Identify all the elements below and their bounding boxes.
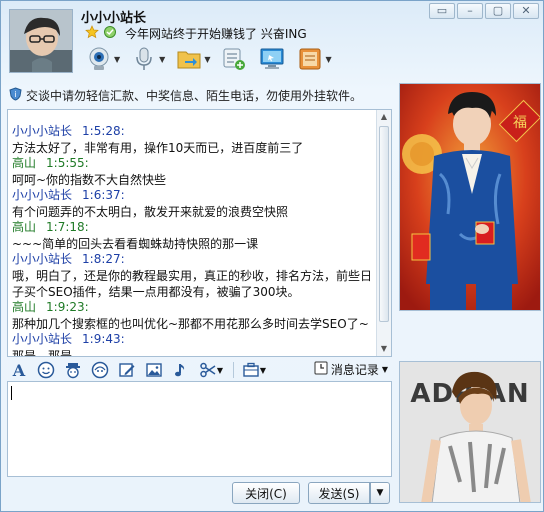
- message-sender[interactable]: 高山: [12, 220, 36, 234]
- emoji-icon[interactable]: [34, 360, 58, 380]
- chevron-down-icon[interactable]: ▼: [382, 365, 388, 374]
- message-text: 那种加几个搜索框的也叫优化~那都不用花那么多时间去学SEO了~: [12, 317, 369, 331]
- image-icon[interactable]: [142, 360, 166, 380]
- message-text: 呵呵~你的指数不大自然快些: [12, 173, 167, 187]
- message-text: 方法太好了，非常有用，操作10天而已，进百度前三了: [12, 141, 304, 155]
- svg-text:福: 福: [513, 115, 527, 131]
- svg-text:A: A: [12, 361, 26, 379]
- microphone-icon: [130, 45, 158, 73]
- clock-icon: [314, 361, 328, 378]
- close-window-button[interactable]: ✕: [513, 3, 539, 19]
- webcam-icon: [85, 45, 113, 73]
- close-button[interactable]: 关闭(C): [232, 482, 300, 504]
- remote-assist-button[interactable]: [258, 45, 286, 73]
- chevron-down-icon[interactable]: ▼: [204, 55, 210, 64]
- chevron-down-icon[interactable]: ▼: [159, 55, 165, 64]
- chat-window: ▭ – ▢ ✕ 小小小站长 今年网站终于开始赚钱了 兴奋ING ▼ ▼ ▼ ▼ …: [0, 0, 544, 512]
- message-time: 1:9:23:: [46, 300, 89, 314]
- font-icon[interactable]: A: [7, 360, 31, 380]
- message-sender[interactable]: 小小小站长: [12, 252, 72, 266]
- avatar[interactable]: [9, 9, 73, 73]
- message-time: 1:5:55:: [46, 156, 89, 170]
- minimize-button[interactable]: –: [457, 3, 483, 19]
- message-text: ~~~简单的回头去看看蜘蛛劫持快照的那一课: [12, 237, 259, 251]
- maximize-button[interactable]: ▢: [485, 3, 511, 19]
- contact-show-image[interactable]: 福: [399, 83, 541, 311]
- scroll-thumb[interactable]: [379, 126, 389, 322]
- chevron-down-icon[interactable]: ▼: [325, 55, 331, 64]
- format-toolbar: A ▼ ▼ 消息记录 ▼: [7, 359, 392, 381]
- skin-button[interactable]: ▭: [429, 3, 455, 19]
- message-list: 小小小站长 1:5:28: 方法太好了，非常有用，操作10天而已，进百度前三了 高山 1…: [12, 124, 376, 357]
- main-toolbar: ▼ ▼ ▼ ▼: [85, 45, 342, 73]
- message-header: 小小小站长 1:8:27:: [12, 252, 376, 268]
- message-header: 小小小站长 1:5:28:: [12, 124, 376, 140]
- voice-call-button[interactable]: ▼: [130, 45, 165, 73]
- message-time: 1:5:28:: [82, 124, 125, 138]
- window-controls: ▭ – ▢ ✕: [429, 3, 539, 19]
- toolbox-icon[interactable]: ▼: [238, 360, 270, 380]
- separator: [233, 362, 234, 378]
- send-file-button[interactable]: ▼: [175, 45, 210, 73]
- music-icon[interactable]: [169, 360, 193, 380]
- monitor-icon: [258, 45, 286, 73]
- create-discussion-button[interactable]: [220, 45, 248, 73]
- my-show-image[interactable]: ADRIAN: [399, 361, 541, 503]
- send-button[interactable]: 发送(S): [308, 482, 370, 504]
- message-header: 高山 1:9:23:: [12, 300, 376, 316]
- chevron-down-icon[interactable]: ▼: [217, 366, 223, 375]
- signature-row: 今年网站终于开始赚钱了 兴奋ING: [85, 25, 307, 42]
- message-sender[interactable]: 高山: [12, 300, 36, 314]
- chat-history[interactable]: 小小小站长 1:5:28: 方法太好了，非常有用，操作10天而已，进百度前三了 高山 1…: [7, 109, 392, 357]
- status-online-icon: [103, 25, 117, 42]
- contact-name: 小小小站长: [81, 11, 147, 26]
- star-icon: [85, 25, 99, 42]
- message-text: 哦，明白了，还是你的教程最实用，真正的秒收，排名方法，前些日子买个SEO插件，结…: [12, 269, 373, 299]
- message-sender[interactable]: 小小小站长: [12, 332, 72, 346]
- text-caret: [11, 386, 12, 400]
- message-sender[interactable]: 小小小站长: [12, 188, 72, 202]
- apps-button[interactable]: ▼: [296, 45, 332, 73]
- video-call-button[interactable]: ▼: [85, 45, 120, 73]
- magic-face-icon[interactable]: [61, 360, 85, 380]
- chevron-down-icon[interactable]: ▼: [260, 366, 266, 375]
- doodle-icon[interactable]: [115, 360, 139, 380]
- message-time: 1:8:27:: [82, 252, 125, 266]
- message-sender[interactable]: 小小小站长: [12, 124, 72, 138]
- scroll-up-button[interactable]: ▲: [377, 110, 391, 124]
- chevron-down-icon[interactable]: ▼: [114, 55, 120, 64]
- message-time: 1:6:37:: [82, 188, 125, 202]
- message-history-button[interactable]: 消息记录 ▼: [314, 361, 388, 378]
- message-input[interactable]: [7, 381, 392, 477]
- message-text: 有个问题弄的不太明白，散发开来就爱的浪费空快照: [12, 205, 289, 219]
- send-options-button[interactable]: ▼: [370, 482, 390, 504]
- message-header: 高山 1:7:18:: [12, 220, 376, 236]
- message-header: 小小小站长 1:9:43:: [12, 332, 376, 348]
- message-sender[interactable]: 高山: [12, 156, 36, 170]
- folder-send-icon: [175, 45, 203, 73]
- message-time: 1:9:43:: [82, 332, 125, 346]
- signature-text: 今年网站终于开始赚钱了 兴奋ING: [125, 27, 307, 41]
- svg-text:i: i: [14, 90, 16, 99]
- scroll-down-button[interactable]: ▼: [377, 342, 391, 356]
- avatar-show-icon[interactable]: [88, 360, 112, 380]
- app-box-icon: [296, 45, 324, 73]
- message-time: 1:7:18:: [46, 220, 89, 234]
- message-text: 那是，那是: [12, 349, 73, 357]
- add-list-icon: [220, 45, 248, 73]
- message-header: 小小小站长 1:6:37:: [12, 188, 376, 204]
- history-label: 消息记录: [330, 363, 379, 377]
- notice-text: 交谈中请勿轻信汇款、中奖信息、陌生电话，勿使用外挂软件。: [26, 89, 363, 103]
- security-notice: i 交谈中请勿轻信汇款、中奖信息、陌生电话，勿使用外挂软件。: [9, 87, 362, 104]
- message-header: 高山 1:5:55:: [12, 156, 376, 172]
- chat-scrollbar[interactable]: ▲ ▼: [376, 110, 391, 356]
- screenshot-scissors-icon[interactable]: ▼: [196, 360, 226, 380]
- shield-icon: i: [9, 87, 22, 104]
